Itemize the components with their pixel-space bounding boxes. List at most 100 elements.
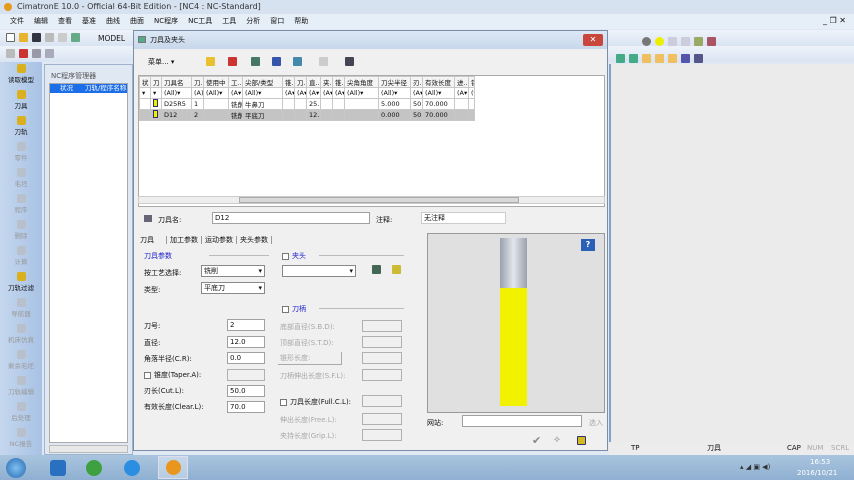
menu-edit[interactable]: 编辑 [34,14,48,29]
window-controls[interactable]: _ ❐ ✕ [823,16,846,25]
menu-surface[interactable]: 曲面 [130,14,144,29]
column-filter[interactable]: (All)▾ [344,87,379,99]
columns-icon[interactable] [345,57,354,66]
column-filter[interactable]: (A▾ [282,87,295,99]
render-icon[interactable] [707,37,716,46]
guide-item[interactable]: 导航器 [0,298,42,322]
delete-tool-icon[interactable] [228,57,237,66]
column-header[interactable]: 工... [228,76,243,88]
column-filter[interactable]: (A▾ [294,87,307,99]
column-header[interactable]: 直... [306,76,321,88]
full-length-checkbox[interactable] [280,398,287,406]
new-tool-icon[interactable] [206,57,215,66]
tab-motion-params[interactable]: 运动参数 [201,236,236,244]
select-icon[interactable] [6,49,15,58]
column-filter[interactable]: (All)▾ [242,87,283,99]
column-header[interactable]: 刃... [410,76,423,88]
tab-machining-params[interactable]: 加工参数 [166,236,201,244]
column-filter[interactable]: (All)▾ [378,87,411,99]
table-h-scrollbar[interactable] [138,196,605,204]
shank-checkbox[interactable] [282,305,289,313]
guide-item[interactable]: 计算 [0,246,42,270]
clock-time[interactable]: 16:53 [810,458,830,466]
apply-icon[interactable]: ⟡ [554,435,560,445]
column-header[interactable]: 钐 [468,76,475,88]
open-icon[interactable] [19,33,28,42]
graphics-area[interactable] [609,64,854,442]
column-filter[interactable]: (A▾ [228,87,243,99]
tool-search-icon[interactable] [293,57,302,66]
model-label[interactable]: MODEL [98,34,125,43]
guide-item[interactable]: 机床仿真 [0,324,42,348]
column-filter[interactable]: (All)▾ [161,87,192,99]
column-header[interactable]: 刀 [150,76,162,88]
guide-item[interactable]: 刀轨过滤 [0,272,42,296]
menu-analysis[interactable]: 分析 [246,14,260,29]
process-select[interactable]: 铣削 [201,265,265,277]
guide-item[interactable]: 删除 [0,220,42,244]
guide-item[interactable]: 刀轨编辑 [0,376,42,400]
taskbar-app-icon[interactable] [50,460,66,476]
start-button[interactable] [6,458,26,478]
taper-checkbox-row[interactable]: 锥度(Taper.A): [144,370,201,380]
full-length-checkbox-row[interactable]: 刀具长度(Full.C.L): [280,397,351,407]
menu-window[interactable]: 窗口 [270,14,284,29]
clock-date[interactable]: 2016/10/21 [797,469,837,477]
clear-length-input[interactable]: 70.0 [227,401,265,413]
holder-select[interactable] [282,265,356,277]
column-header[interactable]: 刀尖半径 [378,76,411,88]
bulb-icon[interactable] [642,37,651,46]
shank-checkbox-row[interactable]: 刀柄 [282,304,306,314]
column-filter[interactable]: (A▾ [306,87,321,99]
guide-item[interactable]: 后处理 [0,402,42,426]
site-input[interactable] [462,415,582,427]
filter-icon[interactable] [655,54,664,63]
column-header[interactable]: 尖部/类型 [242,76,283,88]
new-icon[interactable] [6,33,15,42]
column-filter[interactable]: (A▾ [332,87,345,99]
tab-holder-params[interactable]: 夹头参数 [236,236,272,244]
column-filter[interactable]: (A)▾ [191,87,204,99]
taper-checkbox[interactable] [144,371,151,379]
column-header[interactable]: 刀... [294,76,307,88]
view-icon[interactable] [681,37,690,46]
taskbar-browser-icon[interactable] [124,460,140,476]
export-icon[interactable] [577,436,586,445]
tray-icons[interactable]: ▴ ◢ ▣ ◀) [740,463,770,471]
tool-icon[interactable] [32,49,41,58]
view-icon[interactable] [668,37,677,46]
bulb-on-icon[interactable] [655,37,664,46]
ok-check-icon[interactable]: ✔ [532,434,541,447]
number-input[interactable]: 2 [227,319,265,331]
box-icon[interactable] [681,54,690,63]
table-row[interactable]: D25R51 铣削牛鼻刀 25.... 5.00050....70.000 [139,98,475,110]
column-filter[interactable]: (A▾ [410,87,423,99]
guide-item[interactable]: 刀轨 [0,116,42,140]
dimension-icon[interactable] [694,37,703,46]
type-select[interactable]: 平底刀 [201,282,265,294]
diameter-input[interactable]: 12.0 [227,336,265,348]
menu-nc-tool[interactable]: NC工具 [188,14,212,29]
column-filter[interactable]: (A▾ [454,87,469,99]
menu-dropdown[interactable]: 菜单... ▾ [148,57,174,67]
horizontal-scrollbar[interactable] [49,445,128,453]
menu-curve[interactable]: 曲线 [106,14,120,29]
column-filter[interactable]: (All)▾ [203,87,229,99]
column-header[interactable]: 使用中 [203,76,229,88]
taskbar-app-icon[interactable] [86,460,102,476]
column-header[interactable]: 进... [454,76,469,88]
model-icon[interactable] [71,33,80,42]
close-button[interactable]: ✕ [583,34,603,46]
filter-icon[interactable] [642,54,651,63]
menu-view[interactable]: 查看 [58,14,72,29]
corner-radius-input[interactable]: 0.0 [227,352,265,364]
add-holder-icon[interactable] [372,265,381,274]
axis-icon[interactable] [694,54,703,63]
holder-checkbox-row[interactable]: 夹头 [282,251,306,261]
curve-icon[interactable] [616,54,625,63]
column-header[interactable]: 刀... [191,76,204,88]
column-header[interactable]: 刀具名 [161,76,192,88]
column-header[interactable]: 锥... [332,76,345,88]
guide-item[interactable]: 程序 [0,194,42,218]
taskbar-cimatron-icon[interactable] [158,456,188,479]
